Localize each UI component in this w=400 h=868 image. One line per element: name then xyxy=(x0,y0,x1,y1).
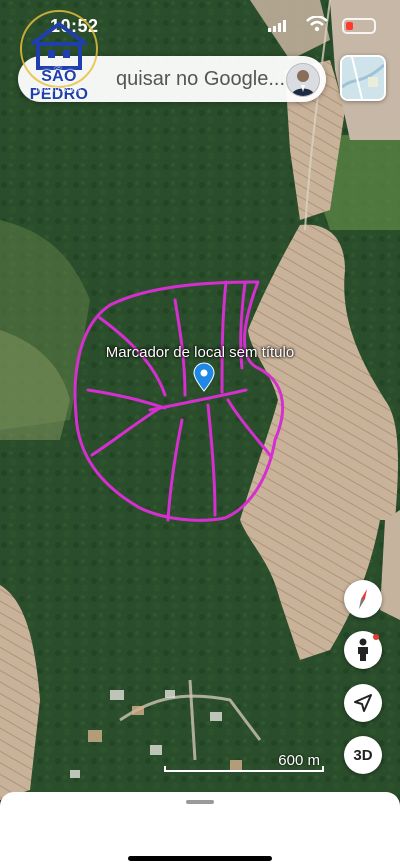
wifi-icon xyxy=(306,16,328,32)
battery-icon xyxy=(342,18,376,34)
cellular-signal-icon xyxy=(268,20,286,32)
logo-name: SÃO PEDRO xyxy=(29,68,89,103)
compass-button[interactable] xyxy=(344,580,382,618)
sheet-grab-handle[interactable] xyxy=(186,800,214,804)
my-location-button[interactable] xyxy=(344,684,382,722)
bottom-sheet[interactable] xyxy=(0,792,400,868)
account-avatar[interactable] xyxy=(286,63,320,97)
placemark-label: Marcador de local sem título xyxy=(105,344,295,361)
search-placeholder: quisar no Google... xyxy=(116,68,285,90)
brand-logo: SÃO PEDRO IMOBILIÁRIA xyxy=(14,10,104,103)
view-3d-button[interactable]: 3D xyxy=(344,736,382,774)
pegman-icon xyxy=(358,638,368,661)
scale-line xyxy=(164,766,324,772)
compass-icon xyxy=(359,589,367,609)
home-indicator xyxy=(128,856,272,861)
scale-bar: 600 m xyxy=(164,752,324,774)
map-thumbnail-icon xyxy=(342,57,384,99)
location-arrow-icon xyxy=(354,694,372,712)
map-layers-button[interactable] xyxy=(340,55,386,101)
logo-tagline: IMOBILIÁRIA xyxy=(35,88,83,94)
street-view-button[interactable] xyxy=(344,631,382,669)
notification-dot xyxy=(373,634,379,640)
placemark-pin-icon[interactable] xyxy=(192,362,216,392)
satellite-map[interactable] xyxy=(0,0,400,800)
satellite-imagery xyxy=(0,0,400,800)
house-icon xyxy=(30,22,88,70)
